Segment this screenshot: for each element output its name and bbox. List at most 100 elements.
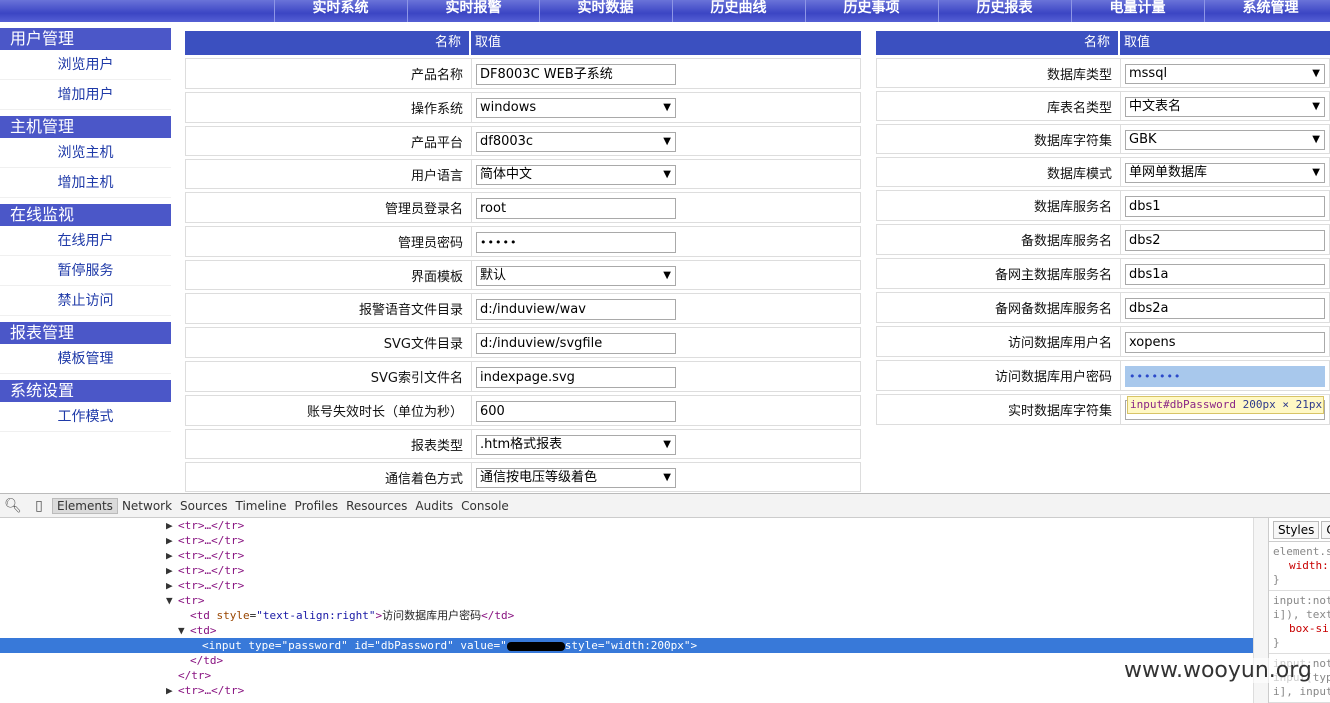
collapse-triangle-icon[interactable]: ▼	[166, 593, 178, 608]
dom-node-collapsed[interactable]: ▶ <tr>…</tr>	[0, 548, 1253, 563]
dom-node-collapsed[interactable]: ▶ <tr>…</tr>	[0, 563, 1253, 578]
text-field[interactable]: xopens	[1125, 332, 1325, 353]
sidebar-item-pause-service[interactable]: 暂停服务	[0, 256, 171, 286]
sidebar-item-browse-hosts[interactable]: 浏览主机	[0, 138, 171, 168]
dom-node-open[interactable]: ▼ <td>	[0, 623, 1253, 638]
dom-node-selected-input[interactable]: <input type="password" id="dbPassword" v…	[0, 638, 1253, 653]
db-password-field[interactable]: •••••••	[1125, 366, 1325, 387]
select-value: .htm格式报表	[480, 437, 563, 452]
dom-attr-value: "dbPassword"	[374, 639, 454, 652]
expand-triangle-icon[interactable]: ▶	[166, 563, 178, 578]
nav-history-events[interactable]: 历史事项	[805, 0, 937, 22]
dropdown-arrow-icon[interactable]: ▼	[663, 267, 671, 285]
text-field[interactable]: root	[476, 198, 676, 219]
text-field[interactable]: dbs1a	[1125, 264, 1325, 285]
dom-node-collapsed[interactable]: ▶ <tr>…</tr>	[0, 533, 1253, 548]
field-select[interactable]: 简体中文 ▼	[476, 165, 676, 185]
inspect-search-icon[interactable]: 🔍︎	[0, 498, 26, 514]
device-mode-icon[interactable]: ▯	[26, 498, 52, 514]
table-row: 管理员密码 •••••	[185, 226, 861, 257]
tab-network[interactable]: Network	[118, 499, 176, 513]
table-row: 数据库字符集 GBK ▼	[876, 124, 1330, 154]
nav-history-curve[interactable]: 历史曲线	[672, 0, 804, 22]
expand-triangle-icon[interactable]: ▶	[166, 548, 178, 563]
dom-attr-name: style	[564, 639, 598, 652]
dom-attr-value: "	[500, 639, 507, 652]
tab-sources[interactable]: Sources	[176, 499, 231, 513]
style-selector-cont: i], input	[1273, 685, 1330, 698]
dropdown-arrow-icon[interactable]: ▼	[1312, 164, 1320, 182]
sidebar-item-add-host[interactable]: 增加主机	[0, 168, 171, 198]
field-label: 报表类型	[186, 430, 472, 458]
sidebar-item-add-user[interactable]: 增加用户	[0, 80, 171, 110]
password-field[interactable]: •••••	[476, 232, 676, 253]
tab-audits[interactable]: Audits	[411, 499, 457, 513]
collapse-triangle-icon[interactable]: ▼	[178, 623, 190, 638]
select-value: 中文表名	[1129, 99, 1182, 114]
field-select[interactable]: GBK ▼	[1125, 130, 1325, 150]
dropdown-arrow-icon[interactable]: ▼	[663, 469, 671, 487]
field-select[interactable]: 中文表名 ▼	[1125, 97, 1325, 117]
sidebar-item-browse-users[interactable]: 浏览用户	[0, 50, 171, 80]
style-property: box-si	[1289, 622, 1329, 635]
dom-node-open[interactable]: ▼ <tr>	[0, 593, 1253, 608]
nav-realtime-data[interactable]: 实时数据	[539, 0, 671, 22]
sidebar-section-online-monitor: 在线监视 在线用户 暂停服务 禁止访问	[0, 204, 171, 316]
table-row: 通信着色方式 通信按电压等级着色 ▼	[185, 462, 861, 492]
field-label: 管理员登录名	[186, 193, 472, 222]
field-value-cell: •••••	[472, 227, 676, 256]
field-value-cell: •••••••	[1121, 361, 1325, 390]
text-field[interactable]: 600	[476, 401, 676, 422]
field-label: 产品名称	[186, 59, 472, 88]
field-select[interactable]: 默认 ▼	[476, 266, 676, 286]
sidebar-item-online-users[interactable]: 在线用户	[0, 226, 171, 256]
sidebar-item-deny-access[interactable]: 禁止访问	[0, 286, 171, 316]
tab-resources[interactable]: Resources	[342, 499, 411, 513]
dom-node-collapsed[interactable]: ▶ <tr>…</tr>	[0, 578, 1253, 593]
dropdown-arrow-icon[interactable]: ▼	[1312, 131, 1320, 149]
text-field[interactable]: d:/induview/wav	[476, 299, 676, 320]
dropdown-arrow-icon[interactable]: ▼	[663, 99, 671, 117]
select-value: 简体中文	[480, 167, 533, 182]
nav-realtime-system[interactable]: 实时系统	[274, 0, 406, 22]
nav-history-report[interactable]: 历史报表	[938, 0, 1070, 22]
field-select[interactable]: mssql ▼	[1125, 64, 1325, 84]
dom-node-collapsed[interactable]: ▶ <tr>…</tr>	[0, 683, 1253, 698]
nav-energy-metering[interactable]: 电量计量	[1071, 0, 1203, 22]
field-select[interactable]: 通信按电压等级着色 ▼	[476, 468, 676, 488]
tab-profiles[interactable]: Profiles	[291, 499, 343, 513]
text-field[interactable]: dbs2	[1125, 230, 1325, 251]
text-field[interactable]: indexpage.svg	[476, 367, 676, 388]
table-row: 账号失效时长（单位为秒） 600	[185, 395, 861, 426]
tab-styles[interactable]: Styles	[1273, 520, 1320, 539]
dom-node-collapsed[interactable]: ▶ <tr>…</tr>	[0, 518, 1253, 533]
table-header: 名称 取值	[876, 31, 1330, 55]
sidebar-item-work-mode[interactable]: 工作模式	[0, 402, 171, 432]
text-field[interactable]: dbs1	[1125, 196, 1325, 217]
dropdown-arrow-icon[interactable]: ▼	[663, 166, 671, 184]
text-field[interactable]: d:/induview/svgfile	[476, 333, 676, 354]
sidebar-item-template-management[interactable]: 模板管理	[0, 344, 171, 374]
field-select[interactable]: df8003c ▼	[476, 132, 676, 152]
dropdown-arrow-icon[interactable]: ▼	[1312, 98, 1320, 116]
dropdown-arrow-icon[interactable]: ▼	[663, 436, 671, 454]
field-label: 通信着色方式	[186, 463, 472, 491]
tab-computed[interactable]: Co	[1321, 520, 1330, 539]
tab-elements[interactable]: Elements	[52, 497, 118, 514]
text-field[interactable]: dbs2a	[1125, 298, 1325, 319]
tab-timeline[interactable]: Timeline	[232, 499, 291, 513]
dom-node-td-label[interactable]: <td style="text-align:right">访问数据库用户密码</…	[0, 608, 1253, 623]
dropdown-arrow-icon[interactable]: ▼	[663, 133, 671, 151]
expand-triangle-icon[interactable]: ▶	[166, 533, 178, 548]
nav-system-management[interactable]: 系统管理	[1204, 0, 1330, 22]
field-select[interactable]: windows ▼	[476, 98, 676, 118]
tab-console[interactable]: Console	[457, 499, 513, 513]
text-field[interactable]: DF8003C WEB子系统	[476, 64, 676, 85]
expand-triangle-icon[interactable]: ▶	[166, 683, 178, 698]
dropdown-arrow-icon[interactable]: ▼	[1312, 65, 1320, 83]
field-select[interactable]: 单网单数据库 ▼	[1125, 163, 1325, 183]
expand-triangle-icon[interactable]: ▶	[166, 518, 178, 533]
expand-triangle-icon[interactable]: ▶	[166, 578, 178, 593]
nav-realtime-alarm[interactable]: 实时报警	[407, 0, 539, 22]
field-select[interactable]: .htm格式报表 ▼	[476, 435, 676, 455]
